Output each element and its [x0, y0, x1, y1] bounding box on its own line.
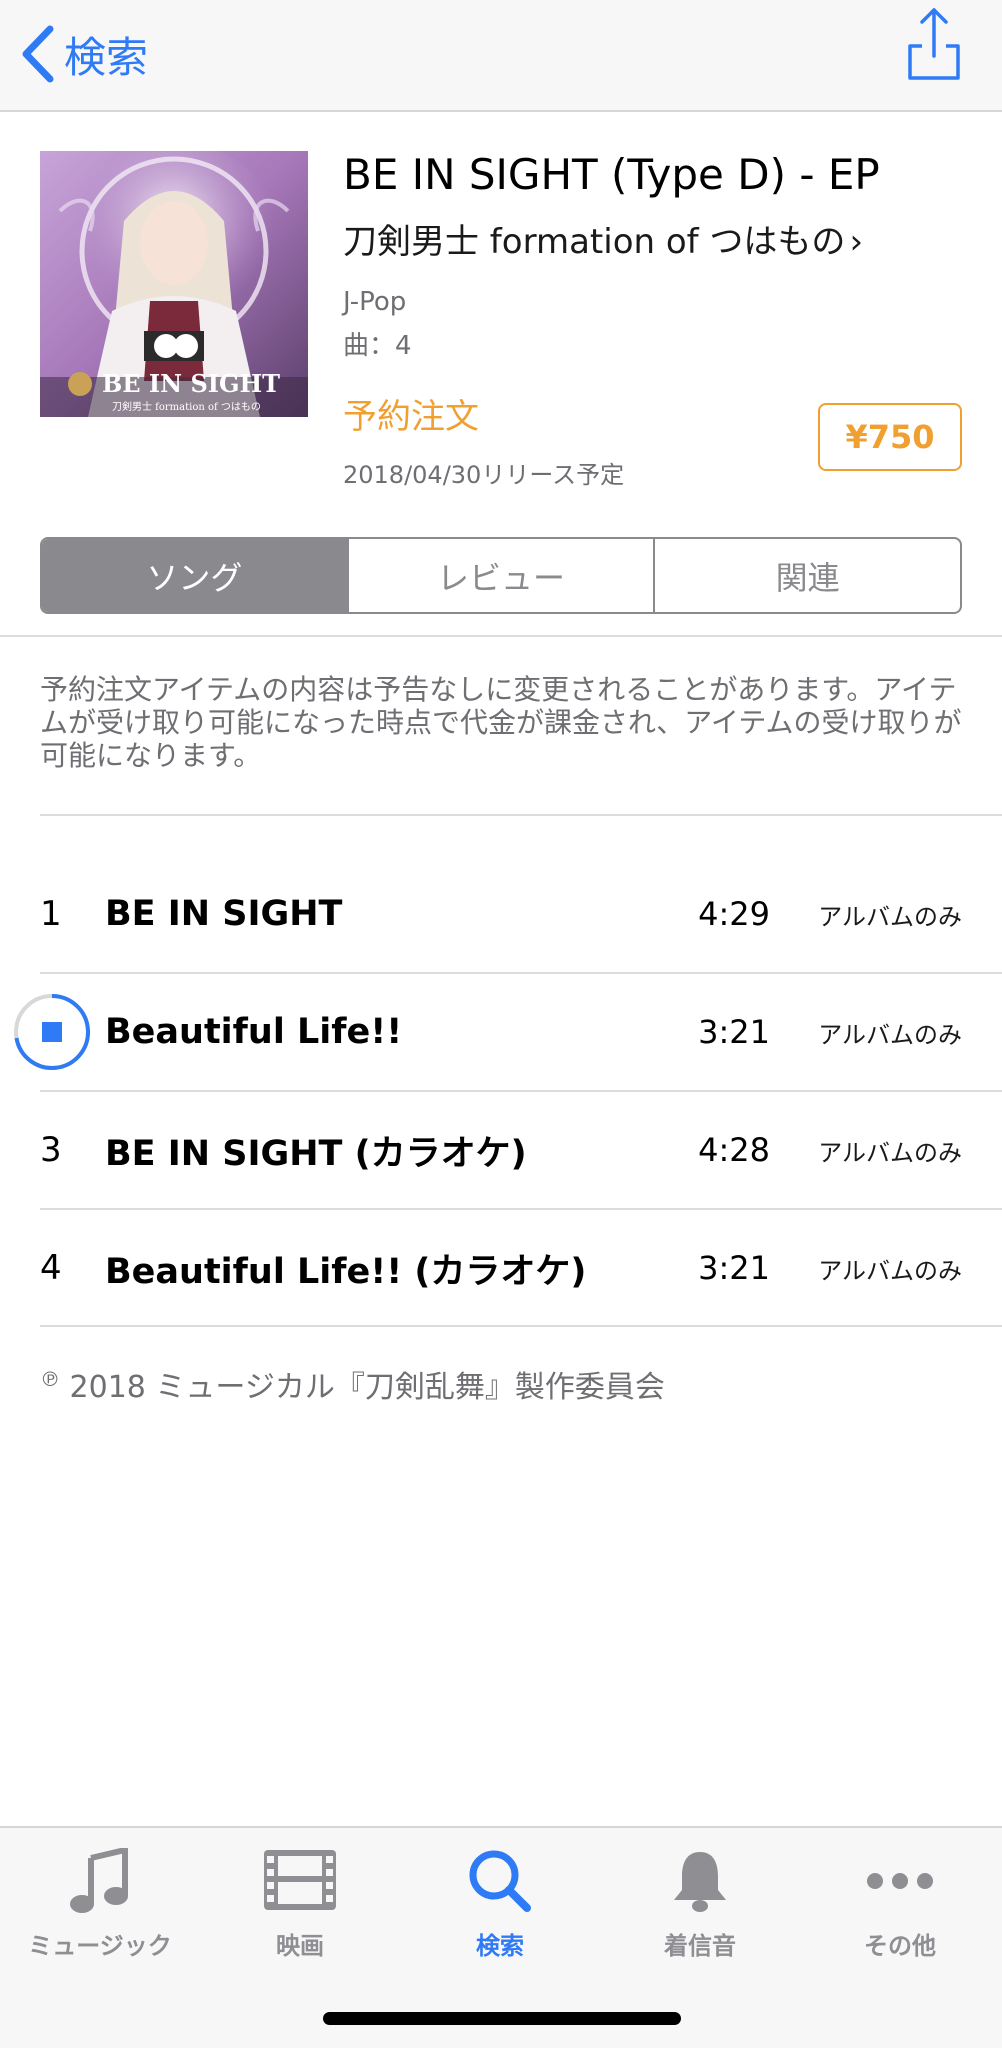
track-title: BE IN SIGHT — [105, 894, 343, 934]
preorder-label: 予約注文 — [343, 397, 479, 437]
copyright-notice: ℗ 2018 ミュージカル『刀剣乱舞』製作委員会 — [40, 1362, 665, 1406]
tab-more[interactable]: その他 — [800, 1828, 1000, 1978]
tab-label: 検索 — [476, 1932, 524, 1960]
track-number: 1 — [40, 894, 62, 934]
track-title: BE IN SIGHT (カラオケ) — [105, 1133, 527, 1174]
track-title: Beautiful Life!! (カラオケ) — [105, 1251, 587, 1292]
track-availability: アルバムのみ — [818, 902, 962, 931]
chevron-right-icon: › — [849, 222, 864, 262]
track-count: 曲：4 — [343, 331, 412, 361]
album-title: BE IN SIGHT (Type D) - EP — [343, 150, 880, 199]
tab-music[interactable]: ミュージック — [0, 1828, 200, 1978]
chevron-left-icon — [22, 25, 54, 83]
divider — [40, 1325, 1002, 1327]
home-indicator — [323, 2012, 681, 2025]
tab-label: 着信音 — [664, 1932, 736, 1960]
phonogram-mark: ℗ — [40, 1367, 60, 1391]
stop-progress-icon — [14, 994, 90, 1070]
album-artwork: BE IN SIGHT 刀剣男士 formation of つはもの — [40, 151, 308, 417]
track-availability: アルバムのみ — [818, 1020, 962, 1049]
track-number: 4 — [40, 1248, 62, 1288]
copyright-text: 2018 ミュージカル『刀剣乱舞』製作委員会 — [69, 1370, 665, 1405]
divider — [40, 814, 1002, 816]
track-duration: 4:28 — [698, 1131, 770, 1169]
track-availability: アルバムのみ — [818, 1256, 962, 1285]
navigation-bar: 検索 — [0, 0, 1002, 112]
artwork-subtitle-text: 刀剣男士 formation of つはもの — [112, 402, 261, 413]
track-availability: アルバムのみ — [818, 1138, 962, 1167]
tab-label: 映画 — [276, 1932, 324, 1960]
back-button-label: 検索 — [64, 32, 149, 82]
track-row[interactable]: 3 BE IN SIGHT (カラオケ) 4:28 アルバムのみ — [0, 1092, 1002, 1208]
track-row[interactable]: Beautiful Life!! 3:21 アルバムのみ — [0, 974, 1002, 1090]
tab-label: その他 — [864, 1932, 936, 1960]
tab-label: ミュージック — [28, 1932, 172, 1960]
bell-icon — [674, 1852, 726, 1912]
price-button[interactable]: ¥750 — [818, 403, 962, 471]
share-icon — [908, 8, 960, 80]
share-button[interactable] — [906, 6, 962, 82]
tab-songs[interactable]: ソング — [42, 539, 347, 612]
track-number: 3 — [40, 1130, 62, 1170]
tab-movies[interactable]: 映画 — [200, 1828, 400, 1978]
film-icon — [264, 1850, 336, 1910]
preorder-notice: 予約注文アイテムの内容は予告なしに変更されることがあります。アイテムが受け取り可… — [40, 673, 962, 772]
search-icon — [469, 1850, 531, 1912]
back-button[interactable]: 検索 — [20, 22, 148, 86]
artist-link[interactable]: 刀剣男士 formation of つはもの › — [343, 214, 863, 263]
artist-name: 刀剣男士 formation of つはもの — [343, 222, 846, 262]
tab-related[interactable]: 関連 — [653, 539, 960, 612]
genre-label: J-Pop — [343, 287, 407, 317]
track-duration: 4:29 — [698, 895, 770, 933]
artwork-title-text: BE IN SIGHT — [102, 369, 281, 398]
stop-preview-button[interactable] — [12, 992, 92, 1072]
more-icon — [867, 1873, 933, 1889]
track-title: Beautiful Life!! — [105, 1012, 403, 1052]
track-duration: 3:21 — [698, 1013, 770, 1051]
track-row[interactable]: 1 BE IN SIGHT 4:29 アルバムのみ — [0, 856, 1002, 972]
track-duration: 3:21 — [698, 1249, 770, 1287]
tab-ringtones[interactable]: 着信音 — [600, 1828, 800, 1978]
tab-search[interactable]: 検索 — [400, 1828, 600, 1978]
tab-reviews[interactable]: レビュー — [346, 539, 654, 612]
segmented-control: ソング レビュー 関連 — [40, 537, 962, 614]
section-divider — [0, 635, 1002, 637]
release-date: 2018/04/30リリース予定 — [343, 461, 625, 489]
track-row[interactable]: 4 Beautiful Life!! (カラオケ) 3:21 アルバムのみ — [0, 1210, 1002, 1326]
music-note-icon — [70, 1848, 128, 1913]
